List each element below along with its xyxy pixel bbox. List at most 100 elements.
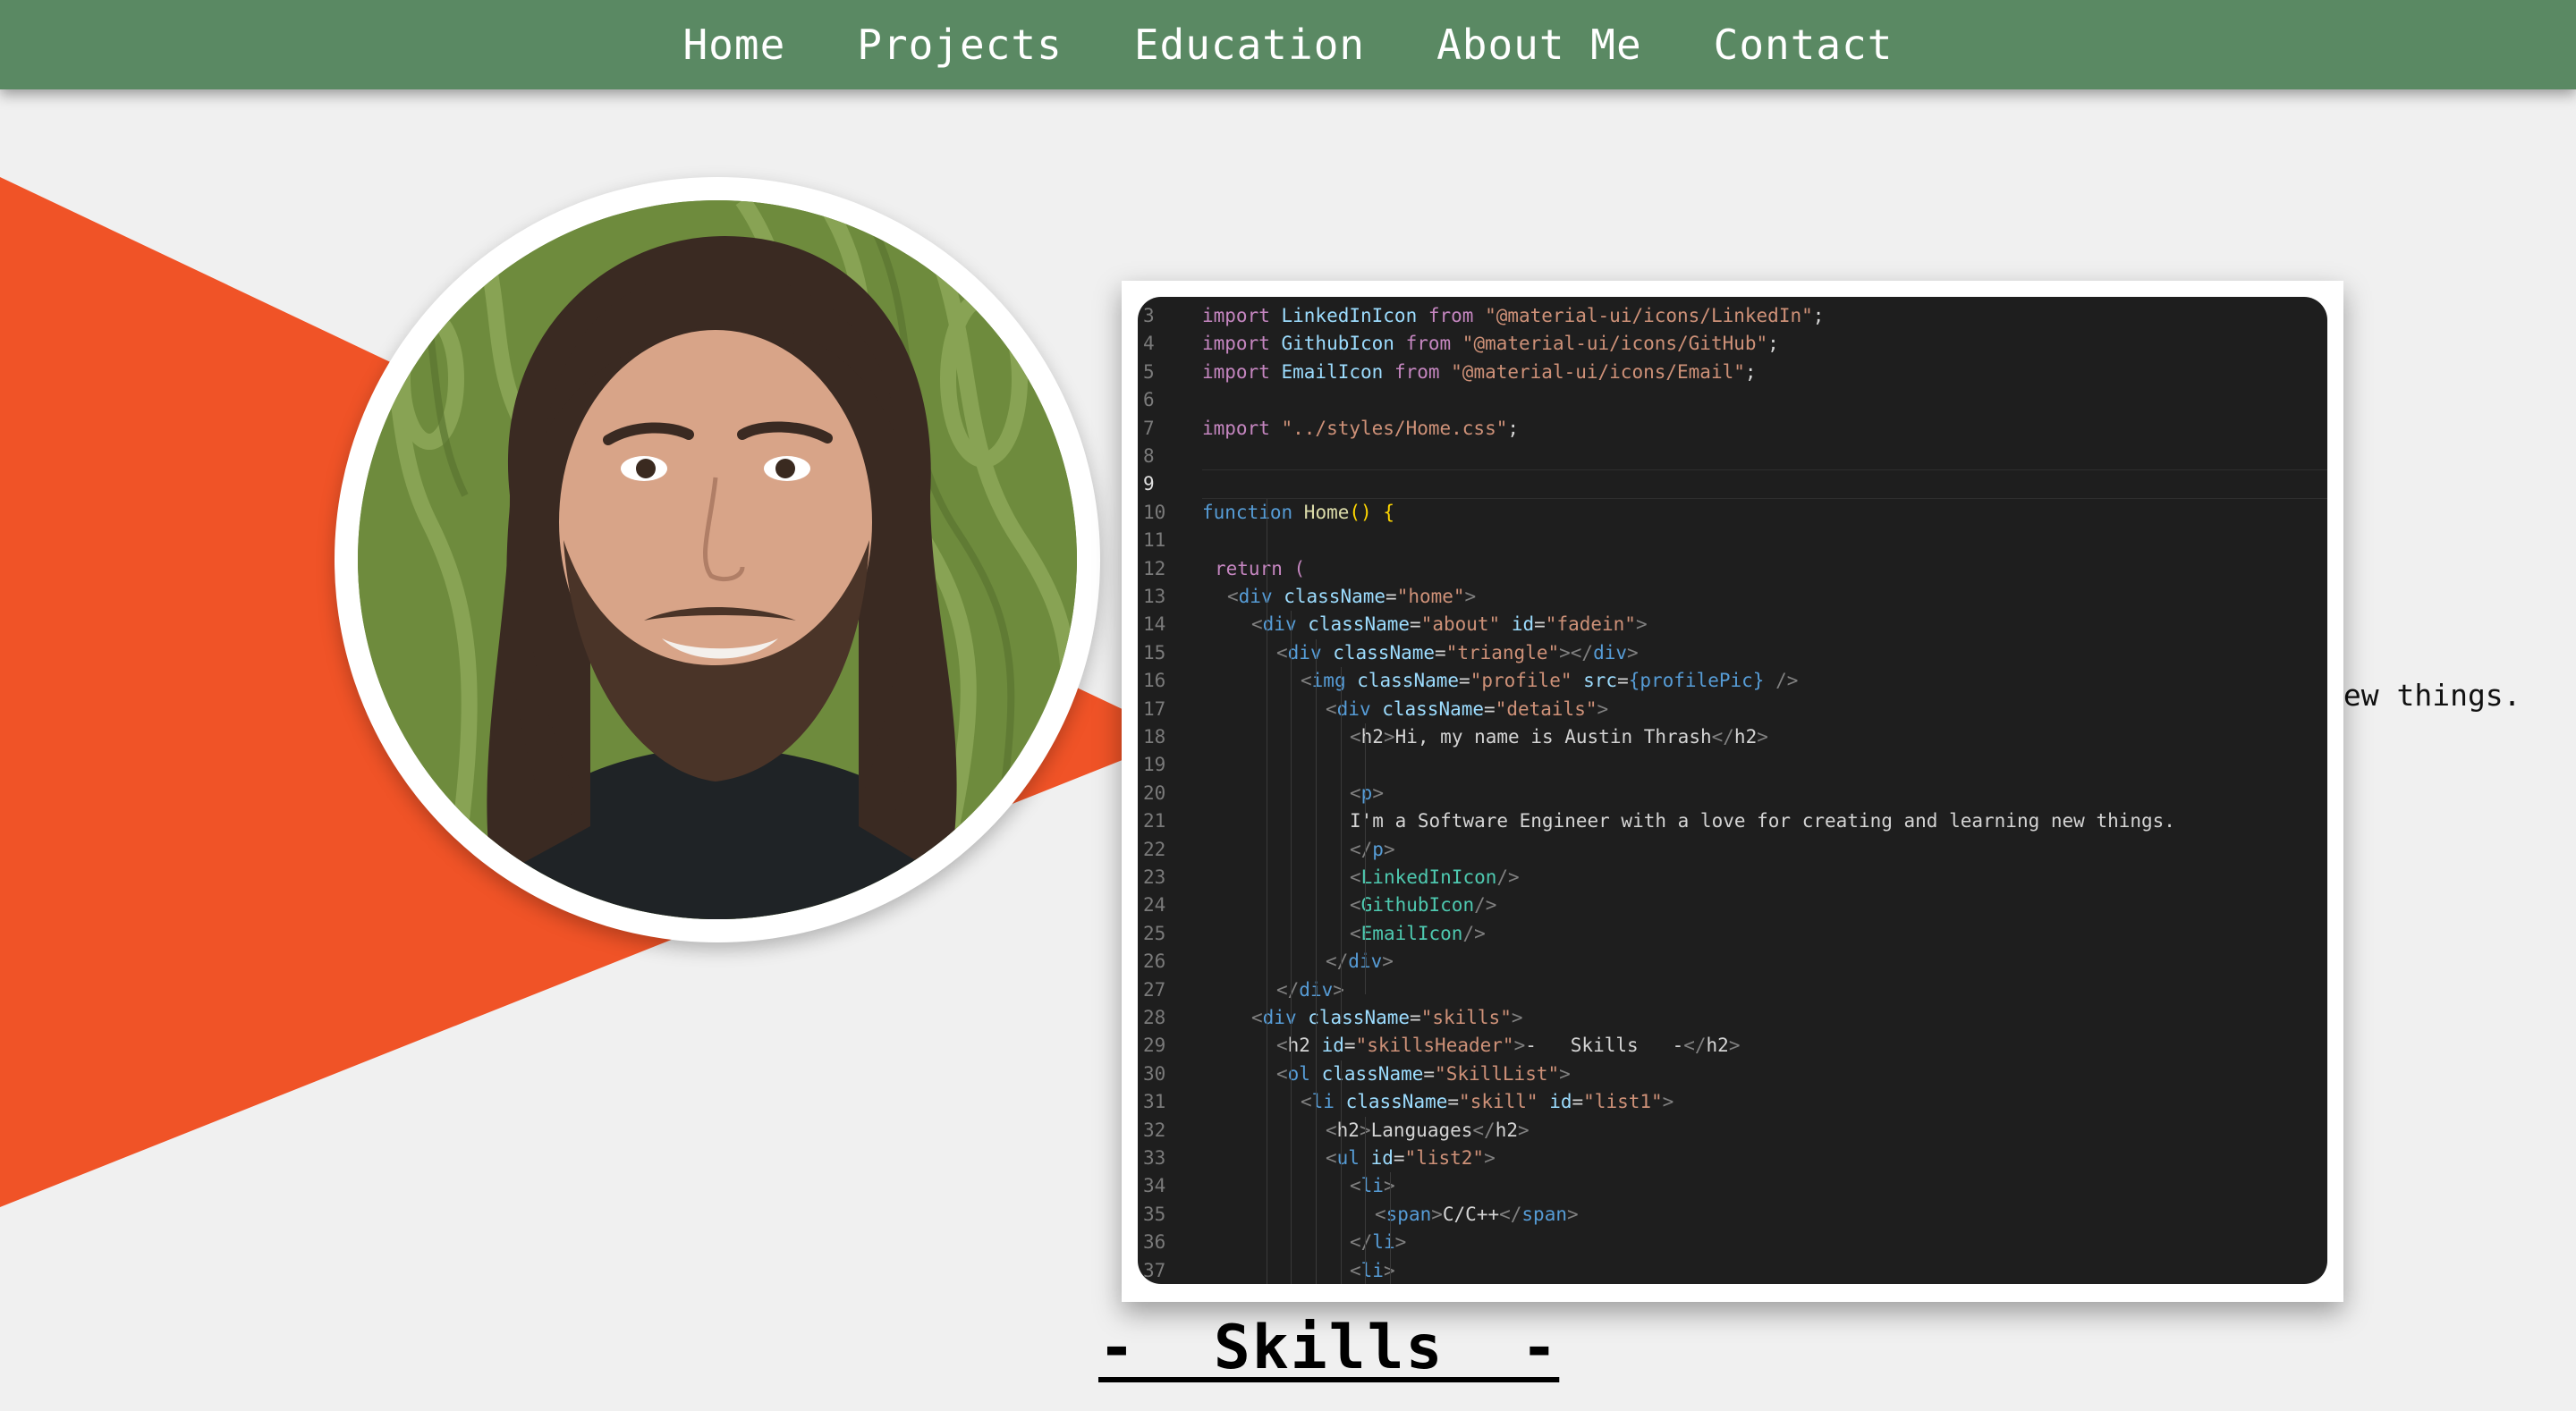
line-number: 21 (1143, 810, 1166, 832)
indent-guide (1365, 1116, 1366, 1284)
code-token: /> (1496, 866, 1520, 888)
line-number: 36 (1143, 1231, 1166, 1254)
code-token: > (1635, 613, 1648, 636)
line-number: 14 (1143, 613, 1166, 636)
code-token: = (1343, 1035, 1356, 1057)
about-paragraph-text: new things. (2326, 678, 2521, 713)
code-token: </ (1711, 726, 1734, 748)
code-token: > (1728, 1035, 1741, 1057)
code-line: 8 (1138, 443, 2327, 470)
line-number: 28 (1143, 1007, 1166, 1028)
code-token: span (1521, 1203, 1567, 1225)
code-token: > (1597, 697, 1609, 720)
code-token: "skill" (1459, 1091, 1538, 1113)
code-token: < (1350, 894, 1361, 917)
code-token: < (1227, 586, 1239, 607)
code-text: <span>C/C++</span> (1375, 1201, 1579, 1229)
skills-header: - Skills - (1098, 1313, 1560, 1383)
code-token: < (1301, 670, 1312, 692)
code-token: > (1511, 1007, 1523, 1028)
indent-guide (1365, 723, 1366, 994)
code-token: () (1349, 501, 1372, 523)
code-token: = (1385, 586, 1397, 607)
code-token: > (1627, 641, 1639, 663)
nav-link-contact[interactable]: Contact (1714, 21, 1894, 69)
code-token: div (1593, 641, 1627, 663)
code-token: > (1513, 1035, 1526, 1057)
code-token: </ (1276, 978, 1300, 1001)
code-line: 13 <div className="home"> (1138, 583, 2327, 611)
code-token: ></ (1559, 641, 1594, 663)
code-token: from (1394, 360, 1440, 383)
code-token: LinkedInIcon (1360, 866, 1497, 888)
line-number: 10 (1143, 501, 1166, 523)
code-token: "fadein" (1545, 613, 1636, 636)
line-number: 13 (1143, 586, 1166, 607)
code-text: <div className="skills"> (1251, 1004, 1523, 1032)
indent-guide (1316, 638, 1317, 1284)
nav-link-about-me[interactable]: About Me (1436, 21, 1642, 69)
line-number: 32 (1143, 1119, 1166, 1141)
code-text: return ( (1215, 555, 1305, 583)
code-line: 10 function Home() { (1138, 499, 2327, 527)
code-token: = (1617, 670, 1629, 692)
code-token: < (1326, 1147, 1337, 1169)
code-token: function (1202, 501, 1293, 523)
line-number: 37 (1143, 1259, 1166, 1281)
line-number: 6 (1143, 389, 1155, 411)
nav-link-education[interactable]: Education (1134, 21, 1365, 69)
code-token: I'm a Software Engineer with a love for … (1350, 810, 2175, 832)
code-token: className (1345, 670, 1460, 692)
code-token: < (1276, 1035, 1288, 1057)
line-number: 7 (1143, 417, 1155, 439)
code-text: import "../styles/Home.css"; (1202, 415, 1519, 443)
nav-link-projects[interactable]: Projects (857, 21, 1063, 69)
line-number: 25 (1143, 922, 1166, 944)
code-token: {profilePic} (1628, 670, 1765, 692)
line-number: 5 (1143, 360, 1155, 383)
code-line: 3 import LinkedInIcon from "@material-ui/… (1138, 302, 2327, 330)
code-text: </div> (1276, 976, 1344, 1004)
code-token: "../styles/Home.css" (1269, 417, 1508, 439)
code-token: < (1276, 1062, 1288, 1085)
code-token: ; (1767, 333, 1779, 355)
code-token: EmailIcon (1269, 360, 1394, 383)
line-number: 27 (1143, 978, 1166, 1001)
code-text: import EmailIcon from "@material-ui/icon… (1202, 359, 1757, 386)
code-token: ( (1282, 557, 1306, 579)
code-text: <h2>Languages</h2> (1326, 1117, 1530, 1145)
code-screenshot-card: 3 import LinkedInIcon from "@material-ui/… (1122, 281, 2343, 1302)
code-text: <img className="profile" src={profilePic… (1301, 667, 1798, 695)
navbar: Home Projects Education About Me Contact (0, 0, 2576, 89)
line-number: 8 (1143, 445, 1155, 467)
code-token: > (1383, 838, 1395, 860)
code-token: < (1350, 782, 1361, 804)
code-text: <EmailIcon/> (1350, 920, 1486, 948)
code-token: id (1538, 1091, 1572, 1113)
code-token: LinkedInIcon (1269, 305, 1428, 326)
code-token: "about" (1420, 613, 1501, 636)
code-token: from (1405, 333, 1452, 355)
code-token: "details" (1495, 697, 1597, 720)
code-token: Home (1292, 501, 1350, 523)
code-text: <li> (1350, 1172, 1395, 1200)
code-token: div (1336, 697, 1371, 720)
code-text: <p> (1350, 780, 1384, 807)
code-token: < (1350, 726, 1361, 748)
code-line: 4 import GithubIcon from "@material-ui/ic… (1138, 330, 2327, 358)
code-token: p (1372, 838, 1384, 860)
code-token: "profile" (1470, 670, 1572, 692)
indent-guide (1341, 1060, 1342, 1284)
code-token: = (1410, 1007, 1421, 1028)
code-token: = (1484, 697, 1496, 720)
line-number: 4 (1143, 333, 1155, 355)
code-line: 5 import EmailIcon from "@material-ui/ico… (1138, 359, 2327, 386)
code-token: "@material-ui/icons/Email" (1439, 360, 1745, 383)
code-token: "skills" (1420, 1007, 1512, 1028)
code-token: import (1202, 360, 1270, 383)
line-number: 24 (1143, 894, 1166, 917)
nav-link-home[interactable]: Home (682, 21, 785, 69)
code-token: </ (1350, 838, 1373, 860)
line-number: 22 (1143, 838, 1166, 860)
line-number: 20 (1143, 782, 1166, 804)
